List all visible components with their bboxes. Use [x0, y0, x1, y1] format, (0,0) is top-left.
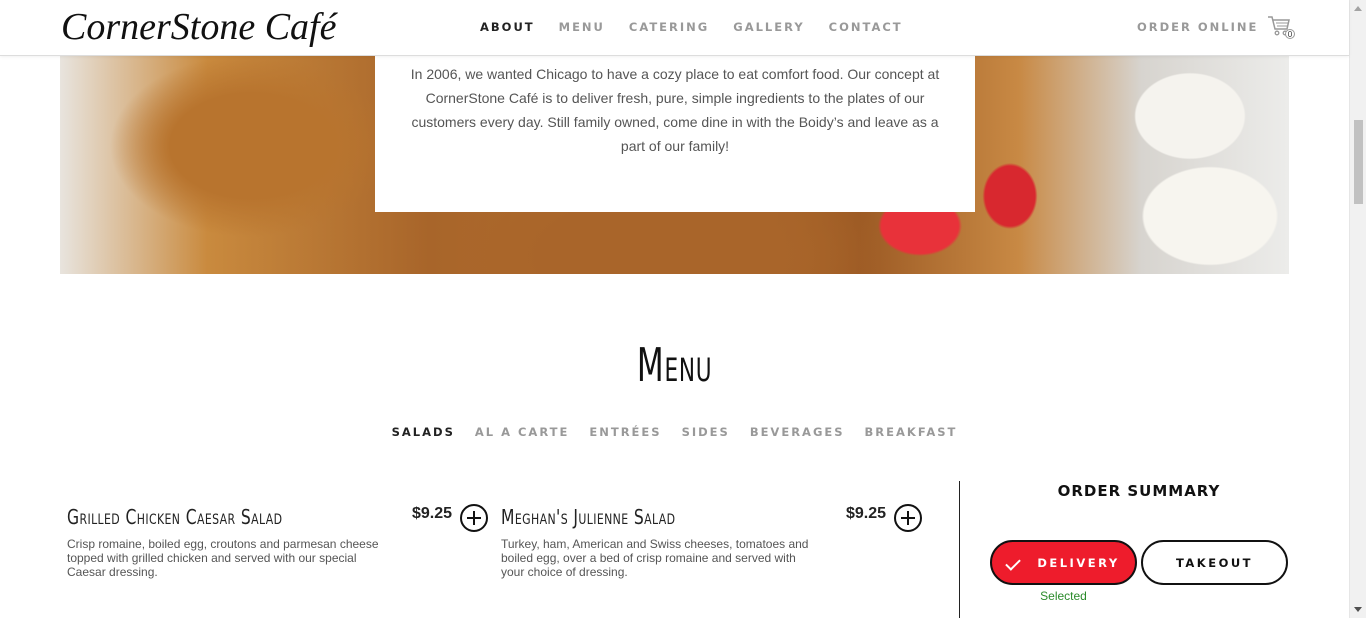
site-header: CornerStone Café ABOUT MENU CATERING GAL… — [0, 0, 1349, 56]
menu-item-name: Meghan's Julienne Salad — [501, 505, 676, 529]
order-online-link[interactable]: ORDER ONLINE — [1137, 20, 1258, 34]
menu-item-description: Turkey, ham, American and Swiss cheeses,… — [501, 537, 809, 579]
tab-breakfast[interactable]: BREAKFAST — [865, 425, 958, 439]
page-scrollbar[interactable] — [1349, 0, 1366, 618]
order-summary-title: ORDER SUMMARY — [1057, 482, 1221, 500]
checkmark-icon — [1007, 558, 1023, 568]
nav-catering[interactable]: CATERING — [629, 20, 709, 34]
main-nav: ABOUT MENU CATERING GALLERY CONTACT — [468, 20, 915, 34]
scroll-down-arrow-icon[interactable] — [1354, 607, 1362, 612]
site-logo[interactable]: CornerStone Café — [61, 5, 336, 49]
nav-menu[interactable]: MENU — [559, 20, 605, 34]
tab-entrees[interactable]: ENTRÉES — [589, 425, 661, 439]
menu-item-price: $9.25 — [846, 505, 887, 522]
nav-gallery[interactable]: GALLERY — [733, 20, 804, 34]
about-text: In 2006, we wanted Chicago to have a coz… — [410, 66, 940, 154]
takeout-label: TAKEOUT — [1175, 555, 1254, 570]
tab-sides[interactable]: SIDES — [682, 425, 730, 439]
delivery-button[interactable]: DELIVERY — [990, 540, 1137, 585]
add-item-button[interactable] — [894, 504, 922, 532]
nav-about[interactable]: ABOUT — [480, 20, 535, 34]
tab-beverages[interactable]: BEVERAGES — [750, 425, 845, 439]
cart-count-badge: 0 — [1285, 29, 1295, 39]
tab-salads[interactable]: SALADS — [392, 425, 455, 439]
about-card: In 2006, we wanted Chicago to have a coz… — [375, 56, 975, 212]
nav-contact[interactable]: CONTACT — [829, 20, 903, 34]
scrollbar-thumb[interactable] — [1354, 120, 1363, 204]
menu-item-price: $9.25 — [412, 505, 453, 522]
delivery-label: DELIVERY — [1037, 555, 1120, 570]
order-summary-divider — [959, 481, 960, 618]
menu-category-tabs: SALADS AL A CARTE ENTRÉES SIDES BEVERAGE… — [0, 425, 1349, 439]
menu-item-name: Grilled Chicken Caesar Salad — [67, 505, 283, 529]
add-item-button[interactable] — [460, 504, 488, 532]
menu-item-description: Crisp romaine, boiled egg, croutons and … — [67, 537, 379, 579]
cart-icon[interactable]: 0 — [1267, 15, 1295, 39]
selected-status: Selected — [1040, 589, 1087, 603]
scroll-up-arrow-icon[interactable] — [1354, 6, 1362, 11]
menu-title: Menu — [636, 338, 713, 392]
tab-al-a-carte[interactable]: AL A CARTE — [475, 425, 570, 439]
takeout-button[interactable]: TAKEOUT — [1141, 540, 1288, 585]
